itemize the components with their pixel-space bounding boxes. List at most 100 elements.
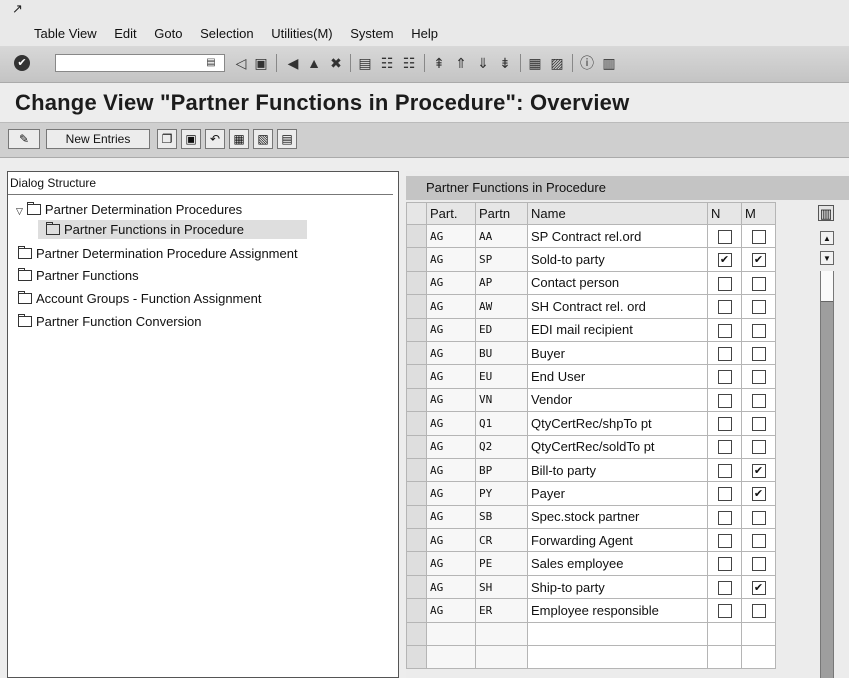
- row-selector[interactable]: [406, 317, 427, 342]
- cell-partn[interactable]: CR: [475, 528, 528, 553]
- checkbox-m[interactable]: [751, 510, 766, 525]
- checkbox-n[interactable]: [717, 229, 732, 244]
- expand-arrow-icon[interactable]: ▽: [16, 203, 23, 219]
- row-selector[interactable]: [406, 528, 427, 553]
- tree-node-account-groups[interactable]: Account Groups - Function Assignment: [18, 291, 261, 307]
- cell-name[interactable]: SP Contract rel.ord: [527, 223, 708, 249]
- cell-part[interactable]: AG: [426, 387, 476, 413]
- copy-icon[interactable]: ❐: [157, 129, 177, 149]
- checkbox-m[interactable]: ✔: [751, 463, 766, 478]
- find-next-icon[interactable]: ☷: [400, 54, 418, 72]
- row-selector[interactable]: [406, 247, 427, 272]
- checkbox-n[interactable]: [717, 510, 732, 525]
- cell-part[interactable]: AG: [426, 481, 476, 506]
- row-selector[interactable]: [406, 574, 427, 600]
- cell-name[interactable]: Sales employee: [527, 551, 708, 576]
- checkbox-n[interactable]: [717, 440, 732, 455]
- deselect-all-icon[interactable]: ▤: [277, 129, 297, 149]
- menu-help[interactable]: Help: [411, 26, 438, 41]
- new-entries-button[interactable]: New Entries: [46, 129, 150, 149]
- last-page-icon[interactable]: ⇟: [496, 54, 514, 72]
- row-selector[interactable]: [406, 434, 427, 459]
- cell-part[interactable]: AG: [426, 340, 476, 366]
- cell-partn[interactable]: AW: [475, 294, 528, 319]
- checkbox-n[interactable]: [717, 580, 732, 595]
- scrollbar-thumb[interactable]: [821, 271, 833, 302]
- cell-name[interactable]: Spec.stock partner: [527, 504, 708, 530]
- command-field[interactable]: [55, 54, 225, 72]
- cell-part[interactable]: AG: [426, 504, 476, 530]
- row-selector[interactable]: [406, 223, 427, 249]
- cell-part[interactable]: AG: [426, 247, 476, 272]
- row-selector[interactable]: [406, 364, 427, 389]
- row-selector[interactable]: [406, 270, 427, 296]
- menu-system[interactable]: System: [350, 26, 393, 41]
- delete-icon[interactable]: ▣: [181, 129, 201, 149]
- cell-name[interactable]: Bill-to party: [527, 457, 708, 483]
- cell-part[interactable]: AG: [426, 411, 476, 436]
- checkbox-m[interactable]: [751, 276, 766, 291]
- cell-part[interactable]: AG: [426, 364, 476, 389]
- row-selector[interactable]: [406, 457, 427, 483]
- next-page-icon[interactable]: ⇓: [474, 54, 492, 72]
- cell-part[interactable]: AG: [426, 598, 476, 623]
- cell-partn[interactable]: AA: [475, 223, 528, 249]
- cell-partn[interactable]: Q1: [475, 411, 528, 436]
- checkbox-m[interactable]: [751, 346, 766, 361]
- find-icon[interactable]: ☷: [378, 54, 396, 72]
- row-selector[interactable]: [406, 504, 427, 530]
- checkbox-m[interactable]: [751, 323, 766, 338]
- checkbox-n[interactable]: [717, 346, 732, 361]
- menu-goto[interactable]: Goto: [154, 26, 182, 41]
- row-selector[interactable]: [406, 598, 427, 623]
- cell-partn[interactable]: BP: [475, 457, 528, 483]
- checkbox-n[interactable]: [717, 393, 732, 408]
- first-page-icon[interactable]: ⇞: [430, 54, 448, 72]
- checkbox-n[interactable]: [717, 323, 732, 338]
- checkbox-m[interactable]: [751, 534, 766, 549]
- row-selector[interactable]: [406, 481, 427, 506]
- checkbox-n[interactable]: [717, 534, 732, 549]
- exit-icon[interactable]: ▲: [305, 54, 323, 72]
- cell-partn[interactable]: SB: [475, 504, 528, 530]
- cell-name[interactable]: End User: [527, 364, 708, 389]
- cell-name[interactable]: Employee responsible: [527, 598, 708, 623]
- cell-name[interactable]: Contact person: [527, 270, 708, 296]
- checkbox-m[interactable]: ✔: [751, 253, 766, 268]
- cell-part[interactable]: AG: [426, 223, 476, 249]
- help-icon[interactable]: ⓘ: [578, 54, 596, 72]
- cell-name[interactable]: Sold-to party: [527, 247, 708, 272]
- column-header-m[interactable]: M: [741, 202, 776, 225]
- previous-page-icon[interactable]: ⇑: [452, 54, 470, 72]
- cancel-icon[interactable]: ✖: [327, 54, 345, 72]
- row-selector[interactable]: [406, 551, 427, 576]
- cell-partn[interactable]: PY: [475, 481, 528, 506]
- row-selector-header[interactable]: [406, 202, 427, 225]
- undo-icon[interactable]: ↶: [205, 129, 225, 149]
- cell-part[interactable]: AG: [426, 457, 476, 483]
- cell-partn[interactable]: VN: [475, 387, 528, 413]
- tree-node-partner-determination-procedures[interactable]: ▽ Partner Determination Procedures: [16, 202, 242, 219]
- layout-icon[interactable]: ▥: [600, 54, 618, 72]
- cell-name[interactable]: EDI mail recipient: [527, 317, 708, 342]
- checkbox-m[interactable]: [751, 604, 766, 619]
- column-settings-icon[interactable]: ▥: [818, 205, 834, 221]
- cell-partn[interactable]: BU: [475, 340, 528, 366]
- checkbox-m[interactable]: [751, 229, 766, 244]
- cell-part[interactable]: AG: [426, 270, 476, 296]
- enter-icon[interactable]: ✔: [14, 55, 30, 71]
- column-header-n[interactable]: N: [707, 202, 742, 225]
- checkbox-n[interactable]: [717, 487, 732, 502]
- checkbox-n[interactable]: ✔: [717, 253, 732, 268]
- empty-cell[interactable]: [406, 645, 427, 670]
- checkbox-m[interactable]: [751, 440, 766, 455]
- cell-name[interactable]: SH Contract rel. ord: [527, 294, 708, 319]
- cell-partn[interactable]: PE: [475, 551, 528, 576]
- cell-name[interactable]: Ship-to party: [527, 574, 708, 600]
- cell-name[interactable]: QtyCertRec/shpTo pt: [527, 411, 708, 436]
- checkbox-n[interactable]: [717, 463, 732, 478]
- cell-name[interactable]: Payer: [527, 481, 708, 506]
- cell-part[interactable]: AG: [426, 528, 476, 553]
- command-history-icon[interactable]: ▤: [204, 56, 218, 70]
- cell-part[interactable]: AG: [426, 317, 476, 342]
